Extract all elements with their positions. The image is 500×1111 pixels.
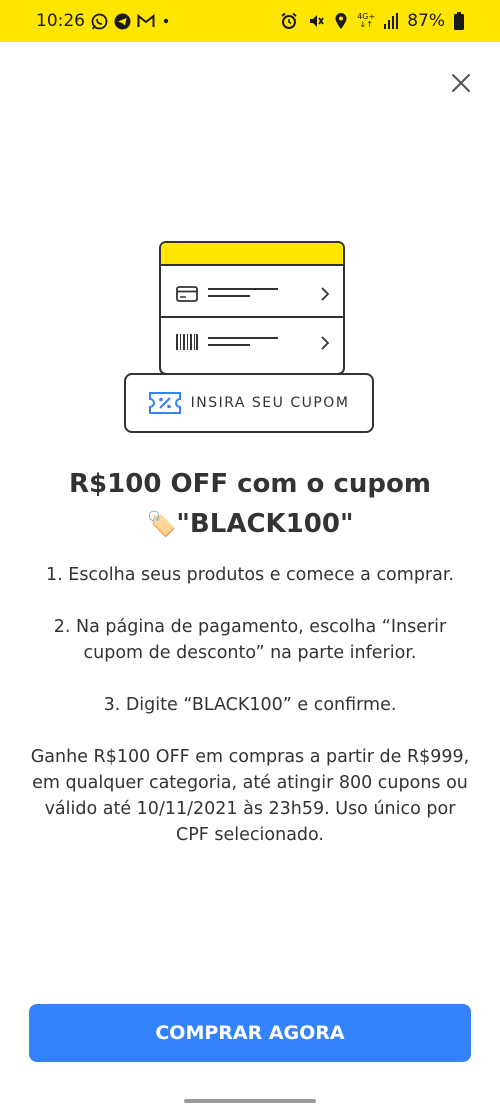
promo-code: "BLACK100" — [176, 509, 354, 539]
coupon-icon — [148, 392, 181, 414]
status-bar: 10:26 4G+ ↓↑ 87% — [0, 0, 500, 42]
gmail-icon — [137, 14, 155, 28]
status-time: 10:26 — [36, 11, 85, 31]
location-icon — [334, 12, 348, 30]
tag-emoji-icon: 🏷️ — [146, 510, 177, 538]
signal-icon — [384, 13, 399, 29]
insert-coupon-label: INSIRA SEU CUPOM — [190, 395, 350, 411]
promo-title: R$100 OFF com o cupom 🏷️"BLACK100" — [0, 464, 500, 544]
barcode-icon — [176, 334, 198, 350]
promo-title-line2-wrap: 🏷️"BLACK100" — [0, 504, 500, 544]
insert-coupon-button[interactable]: INSIRA SEU CUPOM — [124, 373, 374, 433]
close-icon — [452, 74, 470, 92]
close-button[interactable] — [446, 68, 476, 98]
step-3: 3. Digite “BLACK100” e confirme. — [103, 695, 397, 715]
mute-vibrate-icon — [307, 12, 325, 30]
promo-instructions: 1. Escolha seus produtos e comece a comp… — [30, 562, 470, 874]
buy-now-button[interactable]: COMPRAR AGORA — [29, 1004, 471, 1062]
promo-terms: Ganhe R$100 OFF em compras a partir de R… — [30, 747, 470, 845]
alarm-icon — [280, 12, 298, 30]
step-2: 2. Na página de pagamento, escolha “Inse… — [53, 617, 447, 663]
whatsapp-icon — [91, 13, 108, 30]
row-1-lines — [208, 287, 330, 301]
dot-icon — [161, 16, 171, 26]
card-icon — [176, 286, 198, 302]
battery-icon — [454, 12, 464, 30]
step-1: 1. Escolha seus produtos e comece a comp… — [46, 565, 454, 585]
row-2-lines — [208, 336, 330, 350]
network-icon: 4G+ ↓↑ — [357, 12, 376, 29]
battery-percent: 87% — [407, 11, 445, 31]
home-indicator[interactable] — [184, 1099, 316, 1103]
telegram-icon — [114, 13, 131, 30]
promo-title-line1: R$100 OFF com o cupom — [69, 469, 431, 499]
